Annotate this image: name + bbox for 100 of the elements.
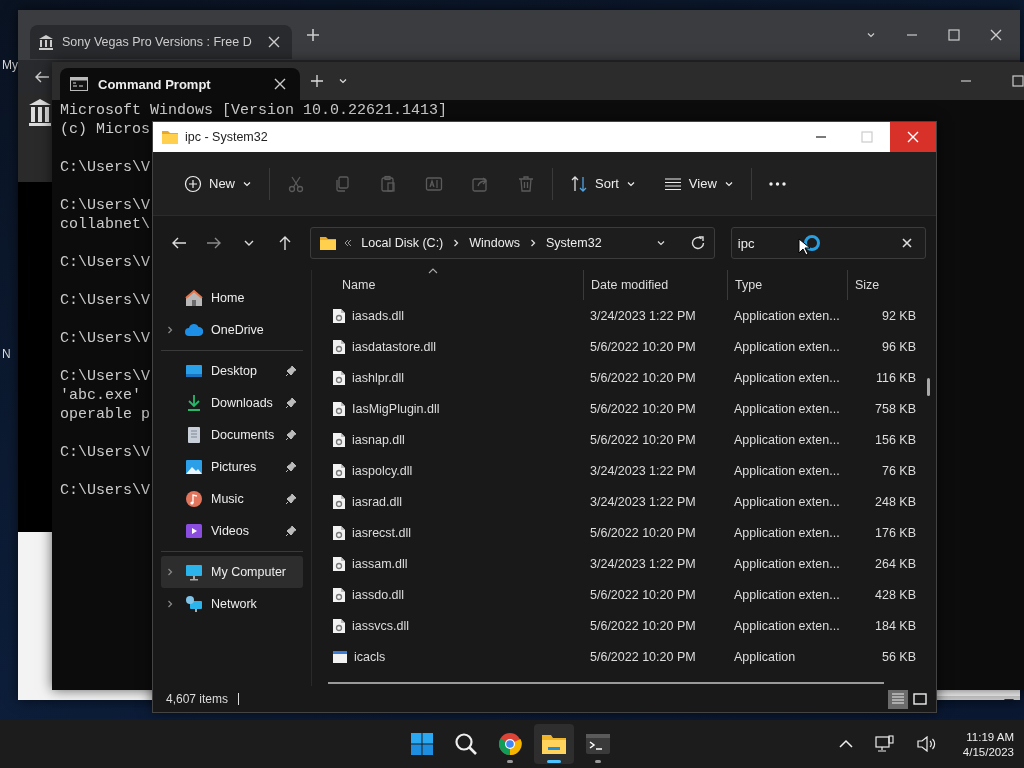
settings-file-icon <box>332 617 346 634</box>
sidebar-item[interactable]: Downloads <box>161 387 303 419</box>
cursor-icon <box>798 238 810 256</box>
type-cell-text: Application exten... <box>733 401 841 416</box>
sidebar-item[interactable]: Network <box>161 588 303 620</box>
more-icon <box>768 181 786 186</box>
type-cell-text: Application exten... <box>733 618 841 633</box>
file-name: icacls <box>354 649 386 664</box>
address-history-icon <box>655 238 666 248</box>
column-header[interactable]: Size <box>848 270 920 300</box>
size-cell-text: 428 KB <box>874 587 916 602</box>
console-line: C:\Users\V <box>60 196 150 215</box>
sidebar-item[interactable]: OneDrive <box>161 314 303 346</box>
file-name: iasdatastore.dll <box>352 339 437 354</box>
terminal-tab[interactable]: Command Prompt <box>60 68 300 100</box>
size-cell-text: 56 KB <box>880 649 916 664</box>
taskbar-app[interactable] <box>534 724 574 764</box>
date-cell-text: 3/24/2023 1:22 PM <box>589 556 697 571</box>
breadcrumb[interactable]: Local Disk (C:) <box>359 236 446 250</box>
file-name: iasrecst.dll <box>352 525 412 540</box>
file-name: iassam.dll <box>352 556 408 571</box>
maximize-icon <box>861 131 873 143</box>
console-line: Microsoft Windows [Version 10.0.22621.1413] <box>60 101 448 120</box>
settings-file-icon <box>332 493 346 510</box>
desktop-icon <box>185 362 203 380</box>
breadcrumb[interactable]: System32 <box>544 236 604 250</box>
folder-icon <box>541 732 567 756</box>
console-line: C:\Users\V <box>60 291 150 310</box>
size-cell-text: 92 KB <box>880 308 916 323</box>
desktop-icon-label[interactable]: My <box>2 58 18 72</box>
desktop-icon-label[interactable]: N <box>2 347 11 361</box>
type-cell-text: Application exten... <box>733 556 841 571</box>
new-button[interactable]: New <box>175 168 261 199</box>
date-cell-text: 5/6/2022 10:20 PM <box>589 370 697 385</box>
type-cell-text: Application exten... <box>733 432 841 447</box>
clock[interactable]: 11:19 AM 4/15/2023 <box>962 730 1014 758</box>
close-icon <box>907 131 919 143</box>
size-cell-text: 184 KB <box>874 618 916 633</box>
sort-button[interactable]: Sort <box>561 168 645 199</box>
type-cell-text: Application exten... <box>733 463 841 478</box>
settings-file-icon <box>332 307 346 324</box>
home-icon <box>185 289 203 307</box>
video-icon <box>185 522 203 540</box>
pin-icon <box>285 365 297 377</box>
address-bar[interactable]: Local Disk (C:) Windows System32 <box>310 227 715 259</box>
column-header[interactable]: Date modified <box>584 270 728 300</box>
sidebar-item[interactable]: Videos <box>161 515 303 547</box>
sidebar-item[interactable]: Pictures <box>161 451 303 483</box>
file-name: iasads.dll <box>352 308 405 323</box>
file-name: iashlpr.dll <box>352 370 405 385</box>
clear-icon <box>902 238 912 248</box>
scrollbar-thumb[interactable] <box>927 378 930 396</box>
close-icon <box>274 78 286 90</box>
file-name: IasMigPlugin.dll <box>352 401 440 416</box>
date-cell-text: 3/24/2023 1:22 PM <box>589 308 697 323</box>
tab-title: Sony Vegas Pro Versions : Free D <box>62 35 253 49</box>
terminal-icon <box>585 733 611 755</box>
date-cell-text: 5/6/2022 10:20 PM <box>589 339 697 354</box>
search-field[interactable]: ipc <box>730 227 926 259</box>
application-icon <box>332 649 348 664</box>
sidebar-item[interactable]: Desktop <box>161 355 303 387</box>
chevron-right-icon <box>165 599 175 609</box>
settings-file-icon <box>332 431 346 448</box>
search-icon <box>454 732 478 756</box>
plus-icon <box>310 74 324 88</box>
sidebar-item[interactable]: My Computer <box>161 556 303 588</box>
console-line: collabnet\ <box>60 215 150 234</box>
sidebar-item[interactable]: Documents <box>161 419 303 451</box>
sort-icon <box>570 174 588 193</box>
refresh-icon <box>689 235 706 251</box>
speaker-icon <box>916 736 937 752</box>
horizontal-scrollbar[interactable] <box>328 682 884 684</box>
copy-icon <box>333 174 351 193</box>
breadcrumb[interactable]: Windows <box>467 236 522 250</box>
column-header[interactable]: Name <box>312 270 584 300</box>
console-line: 'abc.exe' <box>60 386 141 405</box>
sidebar-item[interactable]: Music <box>161 483 303 515</box>
browser-tab[interactable]: Sony Vegas Pro Versions : Free D <box>30 25 292 59</box>
chevron-right-icon <box>165 567 175 577</box>
size-cell-text: 176 KB <box>874 525 916 540</box>
size-cell-text: 76 KB <box>880 463 916 478</box>
console-line: C:\Users\V <box>60 443 150 462</box>
forward-arrow-icon <box>206 235 222 251</box>
date-cell-text: 5/6/2022 10:20 PM <box>589 587 697 602</box>
chevron-right-icon <box>528 238 538 248</box>
view-button[interactable]: View <box>654 168 743 199</box>
trash-icon <box>517 174 535 193</box>
file-name: iassdo.dll <box>352 587 405 602</box>
temple-icon <box>38 34 54 50</box>
sidebar-item[interactable]: Home <box>161 282 303 314</box>
type-cell-text: Application exten... <box>733 339 841 354</box>
folder-icon <box>319 235 338 251</box>
column-header[interactable]: Type <box>728 270 848 300</box>
chevron-down-icon <box>866 30 876 40</box>
folder-icon <box>161 129 179 145</box>
type-cell-text: Application exten... <box>733 587 841 602</box>
windows-logo-icon <box>410 732 434 756</box>
chevron-down-icon <box>338 76 348 86</box>
details-view-button[interactable] <box>888 689 908 709</box>
pin-icon <box>285 461 297 473</box>
